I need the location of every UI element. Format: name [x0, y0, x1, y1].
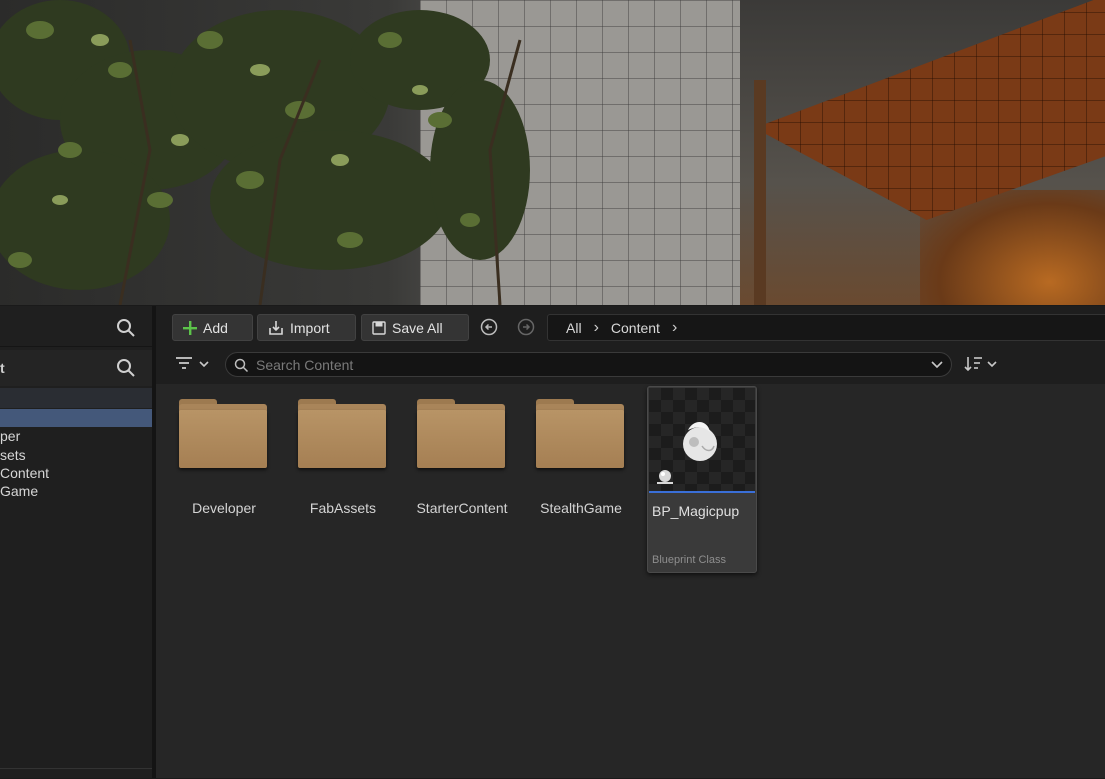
breadcrumb: All › Content ›: [547, 314, 1105, 341]
save-all-label: Save All: [392, 319, 443, 336]
folder-label: FabAssets: [309, 500, 377, 516]
level-viewport[interactable]: [0, 0, 1105, 305]
back-arrow-icon[interactable]: [480, 318, 498, 336]
sort-icon[interactable]: [964, 354, 1004, 374]
forward-arrow-icon[interactable]: [517, 318, 535, 336]
asset-type: Blueprint Class: [652, 554, 726, 566]
filter-icon[interactable]: [174, 354, 214, 374]
plus-icon: [183, 320, 197, 335]
folder-developer[interactable]: Developer: [169, 386, 279, 516]
save-all-button[interactable]: Save All: [361, 314, 469, 341]
save-icon: [372, 320, 386, 335]
search-placeholder: Search Content: [256, 357, 354, 373]
viewport-foliage: [0, 0, 530, 305]
import-button[interactable]: Import: [257, 314, 356, 341]
tree-item-fabassets[interactable]: sets: [0, 446, 26, 464]
sources-panel: t per sets Content Game: [0, 306, 156, 778]
folder-icon-front: [179, 410, 267, 468]
folder-fabassets[interactable]: FabAssets: [288, 386, 398, 516]
search-input[interactable]: Search Content: [225, 352, 952, 377]
chevron-down-icon[interactable]: [931, 360, 943, 370]
viewport-post: [754, 80, 766, 305]
tree-search-icon[interactable]: [116, 358, 136, 378]
content-toolbar: Add Import Save All All › Content ›: [156, 306, 1105, 348]
filter-row: Search Content: [156, 348, 1105, 384]
import-label: Import: [290, 319, 330, 336]
folder-startercontent[interactable]: StarterContent: [407, 386, 517, 516]
chevron-right-icon[interactable]: ›: [594, 319, 599, 337]
add-button[interactable]: Add: [172, 314, 253, 341]
blueprint-class-icon: [657, 470, 673, 484]
panel-title: t: [0, 360, 5, 376]
import-icon: [269, 320, 283, 335]
asset-name: BP_Magicpup: [652, 503, 740, 519]
asset-thumbnail: [649, 388, 755, 493]
folder-icon-front: [536, 410, 624, 468]
breadcrumb-all[interactable]: All: [566, 320, 582, 336]
chevron-right-icon[interactable]: ›: [672, 319, 677, 337]
magicpup-icon: [683, 421, 717, 461]
search-icon[interactable]: [116, 318, 136, 338]
folder-label: StarterContent: [416, 500, 508, 516]
folder-label: StealthGame: [540, 500, 622, 516]
folder-icon-front: [417, 410, 505, 468]
tree-item-stealthgame[interactable]: Game: [0, 482, 38, 500]
add-label: Add: [203, 319, 228, 336]
tree-item-startercontent[interactable]: Content: [0, 464, 49, 482]
breadcrumb-content[interactable]: Content: [611, 320, 660, 336]
folder-stealthgame[interactable]: StealthGame: [526, 386, 636, 516]
panel-footer: [0, 768, 152, 779]
tree-item-content-selected[interactable]: [0, 409, 152, 427]
tree-item-root[interactable]: [0, 388, 152, 408]
sources-header: [0, 306, 152, 347]
content-browser: Add Import Save All All › Content › Sear…: [156, 306, 1105, 778]
asset-bp-magicpup[interactable]: BP_Magicpup Blueprint Class: [647, 386, 757, 573]
folder-label: Developer: [192, 500, 256, 516]
content-tree-header: t: [0, 350, 152, 386]
folder-icon-front: [298, 410, 386, 468]
tree-item-developer[interactable]: per: [0, 427, 20, 445]
search-icon: [234, 358, 249, 373]
